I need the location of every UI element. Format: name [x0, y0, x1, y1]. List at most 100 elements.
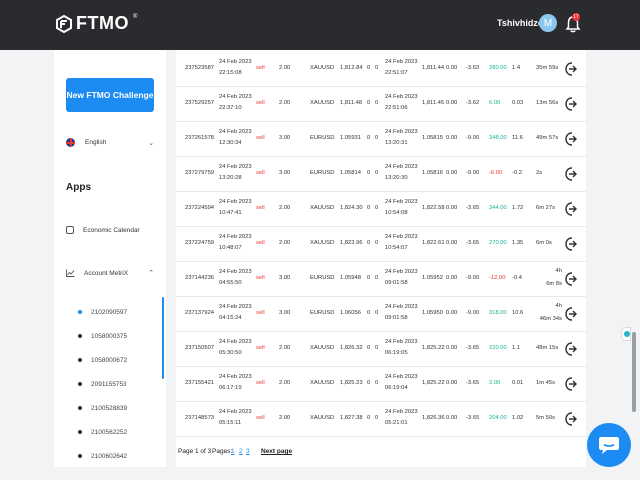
close-date-cell: 24 Feb 2023 [385, 199, 418, 205]
account-item[interactable]: 2091155753 [66, 372, 166, 396]
next-page-link[interactable]: Next page [261, 448, 292, 455]
account-number: 1058000375 [91, 332, 128, 340]
symbol-cell: XAUUSD [310, 380, 335, 386]
help-widget-tab[interactable] [621, 327, 631, 341]
sl-cell: 0 [367, 380, 371, 386]
duration-cell: 6m 27s [536, 205, 556, 211]
chat-button[interactable] [587, 423, 631, 467]
pips-cell: 1.1 [512, 345, 521, 351]
swap-cell: 0.00 [446, 240, 458, 246]
close-date-cell: 24 Feb 2023 [385, 374, 418, 380]
table-row: 237148573 24 Feb 2023 05:15:11 sell 2.00 XAUU… [176, 402, 586, 437]
sl-cell: 0 [367, 310, 371, 316]
close-date-cell: 24 Feb 2023 [385, 304, 418, 310]
share-arrow-icon[interactable] [565, 167, 577, 181]
pips-cell: 1.35 [512, 240, 524, 246]
symbol-cell: XAUUSD [310, 415, 335, 421]
table-row: 237279759 24 Feb 2023 13:20:28 sell 3.00 EURU… [176, 157, 586, 192]
type-cell: sell [256, 345, 265, 351]
type-cell: sell [256, 380, 265, 386]
type-cell: sell [256, 100, 265, 106]
commission-cell: -3.65 [466, 415, 480, 421]
open-date-cell: 24 Feb 2023 [219, 234, 252, 240]
sl-cell: 0 [367, 240, 371, 246]
account-item[interactable]: 2100528839 [66, 396, 166, 420]
share-arrow-icon[interactable] [565, 342, 577, 356]
account-dot [78, 310, 82, 314]
open-time-cell: 10:47:41 [219, 210, 242, 216]
close-date-cell: 24 Feb 2023 [385, 164, 418, 170]
duration-cell: 13m 56s [536, 100, 559, 106]
close-price-cell: 1.05950 [422, 310, 443, 316]
ticket-cell: 237150507 [185, 345, 215, 351]
ftmo-logo[interactable]: FTMO ® [56, 13, 137, 34]
share-arrow-icon[interactable] [565, 202, 577, 216]
share-arrow-icon[interactable] [565, 412, 577, 426]
pips-cell: 1.72 [512, 205, 524, 211]
volume-cell: 3.00 [279, 170, 291, 176]
language-label: English [85, 139, 107, 146]
tp-cell: 0 [375, 380, 379, 386]
commission-cell: -3.65 [466, 240, 480, 246]
close-price-cell: 1.05816 [422, 170, 443, 176]
volume-cell: 2.00 [279, 65, 291, 71]
share-arrow-icon[interactable] [565, 377, 577, 391]
open-time-cell: 12:30:34 [219, 140, 242, 146]
avatar[interactable]: M [539, 14, 557, 32]
volume-cell: 2.00 [279, 240, 291, 246]
ticket-cell: 237137924 [185, 310, 215, 316]
close-time-cell: 13:20:30 [385, 175, 408, 181]
share-arrow-icon[interactable] [565, 132, 577, 146]
profit-cell: 348.00 [489, 135, 507, 141]
tp-cell: 0 [375, 205, 379, 211]
page-link-1[interactable]: 1 [231, 448, 235, 455]
profit-cell: 2.00 [489, 380, 501, 386]
ticket-cell: 237224759 [185, 240, 215, 246]
swap-cell: 0.00 [446, 205, 458, 211]
close-price-cell: 1,811.45 [422, 100, 445, 106]
share-arrow-icon[interactable] [565, 272, 577, 286]
type-cell: sell [256, 415, 265, 421]
ticket-cell: 237523587 [185, 65, 215, 71]
profit-cell: 270.00 [489, 240, 507, 246]
user-name[interactable]: Tshivhidzo [497, 18, 543, 28]
open-time-cell: 22:37:10 [219, 105, 242, 111]
page-scrollbar[interactable] [632, 332, 636, 412]
account-number: 2100602642 [91, 452, 128, 460]
page-link-2[interactable]: 2 [239, 448, 243, 455]
account-item[interactable]: 2100562252 [66, 420, 166, 444]
pages-label: Pages: [212, 448, 233, 455]
ticket-cell: 237144236 [185, 275, 215, 281]
sidebar-item-economic-calendar[interactable]: Economic Calendar [66, 226, 154, 234]
close-date-cell: 24 Feb 2023 [385, 339, 418, 345]
close-time-cell: 05:21:01 [385, 420, 408, 426]
new-challenge-button[interactable]: New FTMO Challenge [66, 78, 154, 112]
open-date-cell: 24 Feb 2023 [219, 374, 252, 380]
share-arrow-icon[interactable] [565, 307, 577, 321]
open-price-cell: 1.05948 [340, 275, 361, 281]
share-arrow-icon[interactable] [565, 97, 577, 111]
duration-cell: 35m 59s [536, 65, 559, 71]
account-item[interactable]: 1058000375 [66, 324, 166, 348]
account-item[interactable]: 1058000672 [66, 348, 166, 372]
sidebar-item-account-metrix[interactable]: Account MetriX ⌃ [66, 269, 154, 277]
uk-flag-icon [66, 138, 75, 147]
account-list-scrollbar[interactable] [162, 297, 164, 379]
language-selector[interactable]: English ⌄ [66, 138, 154, 147]
share-arrow-icon[interactable] [565, 237, 577, 251]
account-item[interactable]: 2100602642 [66, 444, 166, 467]
account-dot [78, 406, 82, 410]
open-date-cell: 24 Feb 2023 [219, 129, 252, 135]
tp-cell: 0 [375, 345, 379, 351]
commission-cell: -9.00 [466, 135, 480, 141]
share-arrow-icon[interactable] [565, 62, 577, 76]
pips-cell: 0.01 [512, 380, 524, 386]
account-item[interactable]: 2102090597 [66, 300, 166, 324]
close-date-cell: 24 Feb 2023 [385, 269, 418, 275]
tp-cell: 0 [375, 275, 379, 281]
close-time-cell: 09:01:58 [385, 280, 408, 286]
pips-cell: -0.4 [512, 275, 522, 281]
page-link-3[interactable]: 3 [246, 448, 250, 455]
calendar-icon [66, 226, 74, 234]
close-price-cell: 1.05952 [422, 275, 443, 281]
